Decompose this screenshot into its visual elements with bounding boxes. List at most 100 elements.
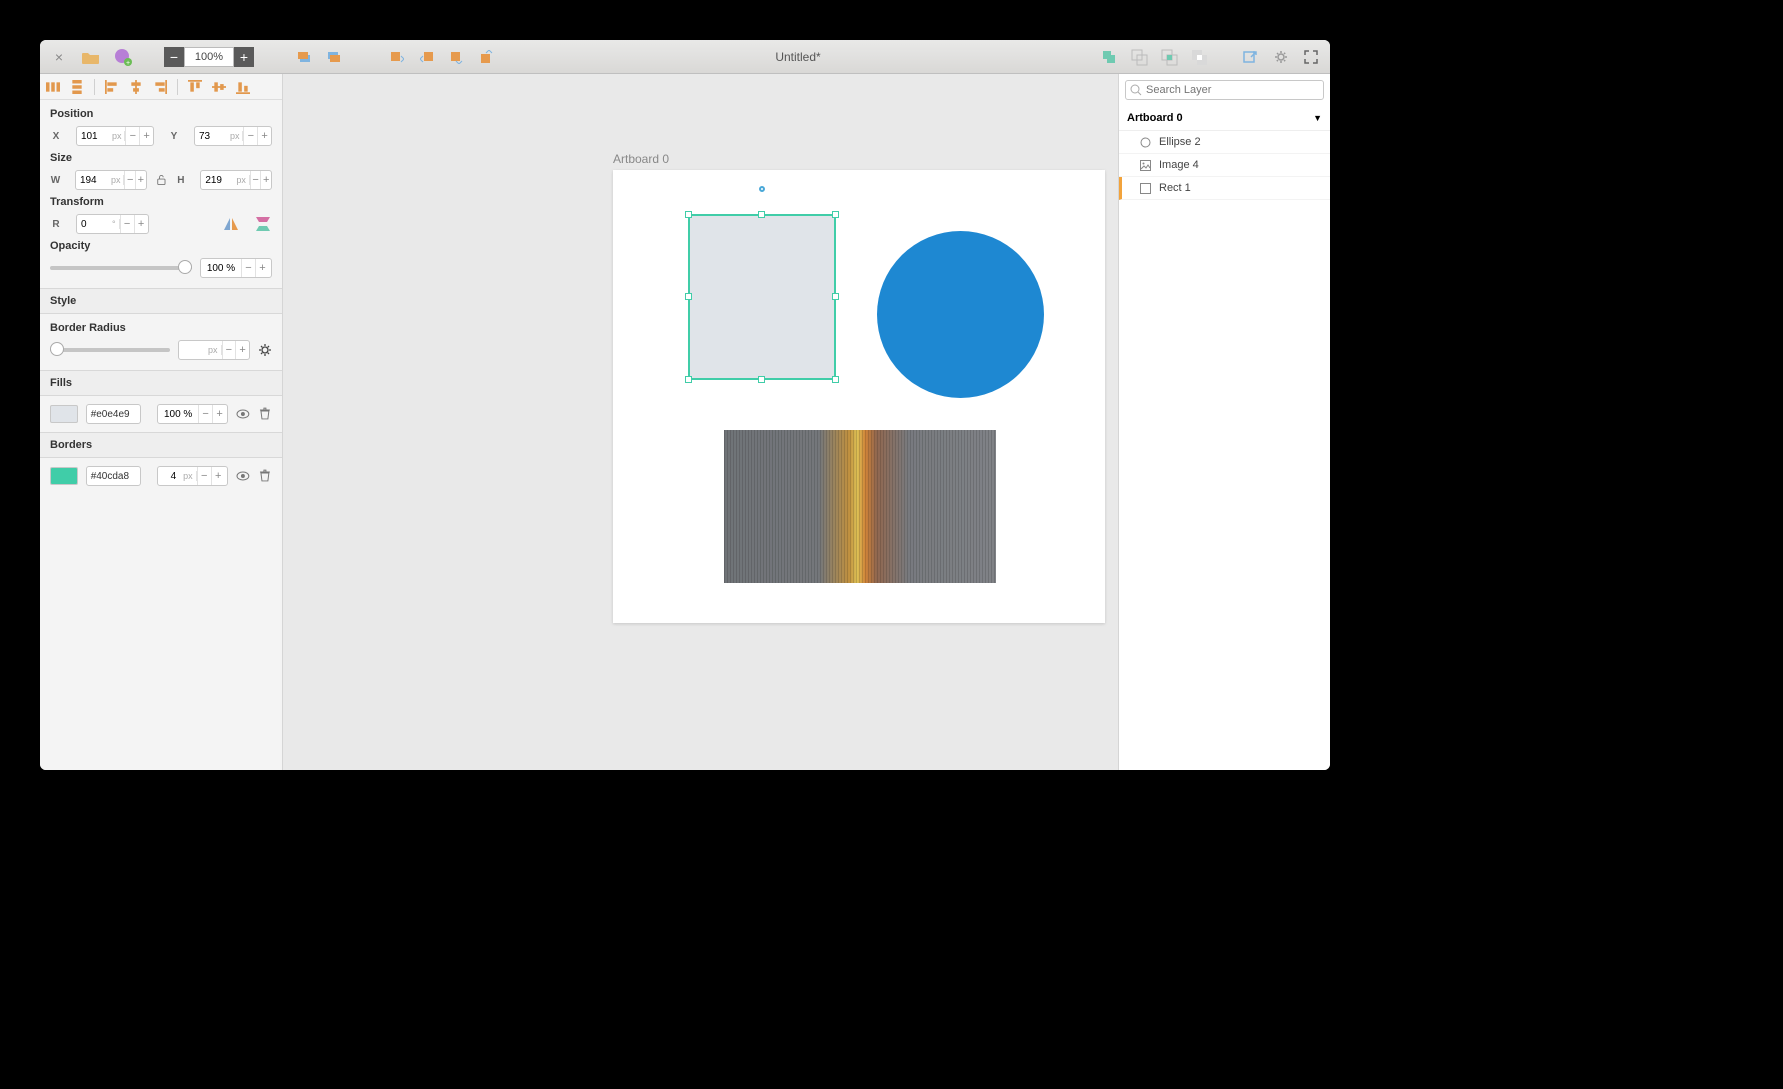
opacity-increment[interactable]: + [255,259,269,277]
layer-row-image[interactable]: Image 4 [1119,154,1330,177]
x-increment[interactable]: + [139,127,153,145]
fullscreen-button[interactable] [1300,46,1322,68]
align-h-dist-icon[interactable] [46,80,60,94]
layer-row-ellipse[interactable]: Ellipse 2 [1119,131,1330,154]
border-width-increment[interactable]: + [211,467,225,485]
close-button[interactable]: × [48,46,70,68]
radius-slider-knob[interactable] [50,342,64,356]
rotation-input[interactable] [77,219,109,230]
fill-opacity-increment[interactable]: + [212,405,226,423]
y-input-group[interactable]: px − + [194,126,272,146]
radius-settings-icon[interactable] [258,343,272,357]
zoom-in-button[interactable]: + [234,47,254,67]
fill-opacity-decrement[interactable]: − [198,405,212,423]
new-shape-button[interactable]: + [112,46,134,68]
flip-horizontal-icon[interactable] [222,215,240,233]
y-decrement[interactable]: − [243,127,257,145]
border-visibility-icon[interactable] [236,469,250,483]
opacity-input[interactable] [201,263,241,274]
border-hex[interactable]: #40cda8 [86,466,141,486]
y-increment[interactable]: + [257,127,271,145]
arrange-icon-1[interactable] [386,46,408,68]
resize-handle-bl[interactable] [685,376,692,383]
send-backward-button[interactable] [294,46,316,68]
w-increment[interactable]: + [135,171,146,189]
zoom-value[interactable]: 100% [184,47,234,67]
fill-opacity-group[interactable]: − + [157,404,228,424]
resize-handle-bm[interactable] [758,376,765,383]
shape-rect-1[interactable] [688,214,836,380]
align-v-dist-icon[interactable] [70,80,84,94]
rotation-handle[interactable] [759,186,765,192]
open-folder-button[interactable] [80,46,102,68]
canvas[interactable]: Artboard 0 [283,74,1118,770]
bring-forward-button[interactable] [324,46,346,68]
resize-handle-br[interactable] [832,376,839,383]
align-top-icon[interactable] [188,80,202,94]
x-input[interactable] [77,131,109,142]
w-input-group[interactable]: px − + [75,170,147,190]
lock-aspect-icon[interactable] [155,173,168,187]
layer-search-input[interactable] [1146,84,1319,96]
bool-intersect-button[interactable] [1158,46,1180,68]
shape-ellipse-2[interactable] [877,231,1044,398]
opacity-slider[interactable] [50,266,192,270]
radius-input[interactable] [179,345,205,356]
border-swatch[interactable] [50,467,78,485]
settings-button[interactable] [1270,46,1292,68]
border-delete-icon[interactable] [258,469,272,483]
align-right-icon[interactable] [153,80,167,94]
h-input-group[interactable]: px − + [200,170,272,190]
resize-handle-tr[interactable] [832,211,839,218]
opacity-slider-knob[interactable] [178,260,192,274]
fill-swatch[interactable] [50,405,78,423]
arrange-icon-2[interactable] [416,46,438,68]
resize-handle-mr[interactable] [832,293,839,300]
radius-decrement[interactable]: − [222,341,236,359]
x-decrement[interactable]: − [125,127,139,145]
artboard-label[interactable]: Artboard 0 [613,152,669,166]
border-width-input[interactable] [158,471,180,482]
layer-search[interactable] [1125,80,1324,100]
h-increment[interactable]: + [260,171,271,189]
rotation-decrement[interactable]: − [120,215,134,233]
fill-delete-icon[interactable] [258,407,272,421]
opacity-input-group[interactable]: − + [200,258,272,278]
fill-opacity-input[interactable] [158,409,198,420]
w-input[interactable] [76,175,108,186]
radius-input-group[interactable]: px − + [178,340,250,360]
fill-hex[interactable]: #e0e4e9 [86,404,141,424]
export-button[interactable] [1240,46,1262,68]
align-vcenter-icon[interactable] [212,80,226,94]
artboard[interactable] [613,170,1105,623]
opacity-decrement[interactable]: − [241,259,255,277]
resize-handle-ml[interactable] [685,293,692,300]
align-bottom-icon[interactable] [236,80,250,94]
shape-image-4[interactable] [724,430,996,583]
bool-union-button[interactable] [1098,46,1120,68]
layer-row-rect[interactable]: Rect 1 [1119,177,1330,200]
w-decrement[interactable]: − [124,171,135,189]
resize-handle-tl[interactable] [685,211,692,218]
h-decrement[interactable]: − [250,171,261,189]
flip-vertical-icon[interactable] [254,215,272,233]
layer-artboard-header[interactable]: Artboard 0 ▼ [1119,106,1330,131]
y-input[interactable] [195,131,227,142]
bool-difference-button[interactable] [1188,46,1210,68]
h-input[interactable] [201,175,233,186]
bool-subtract-button[interactable] [1128,46,1150,68]
x-input-group[interactable]: px − + [76,126,154,146]
resize-handle-tm[interactable] [758,211,765,218]
border-width-group[interactable]: px − + [157,466,228,486]
fill-visibility-icon[interactable] [236,407,250,421]
border-width-decrement[interactable]: − [197,467,211,485]
arrange-icon-4[interactable] [476,46,498,68]
rotation-increment[interactable]: + [134,215,148,233]
align-hcenter-icon[interactable] [129,80,143,94]
rotation-input-group[interactable]: ° − + [76,214,149,234]
radius-increment[interactable]: + [235,341,249,359]
align-left-icon[interactable] [105,80,119,94]
zoom-out-button[interactable]: − [164,47,184,67]
radius-slider[interactable] [50,348,170,352]
arrange-icon-3[interactable] [446,46,468,68]
